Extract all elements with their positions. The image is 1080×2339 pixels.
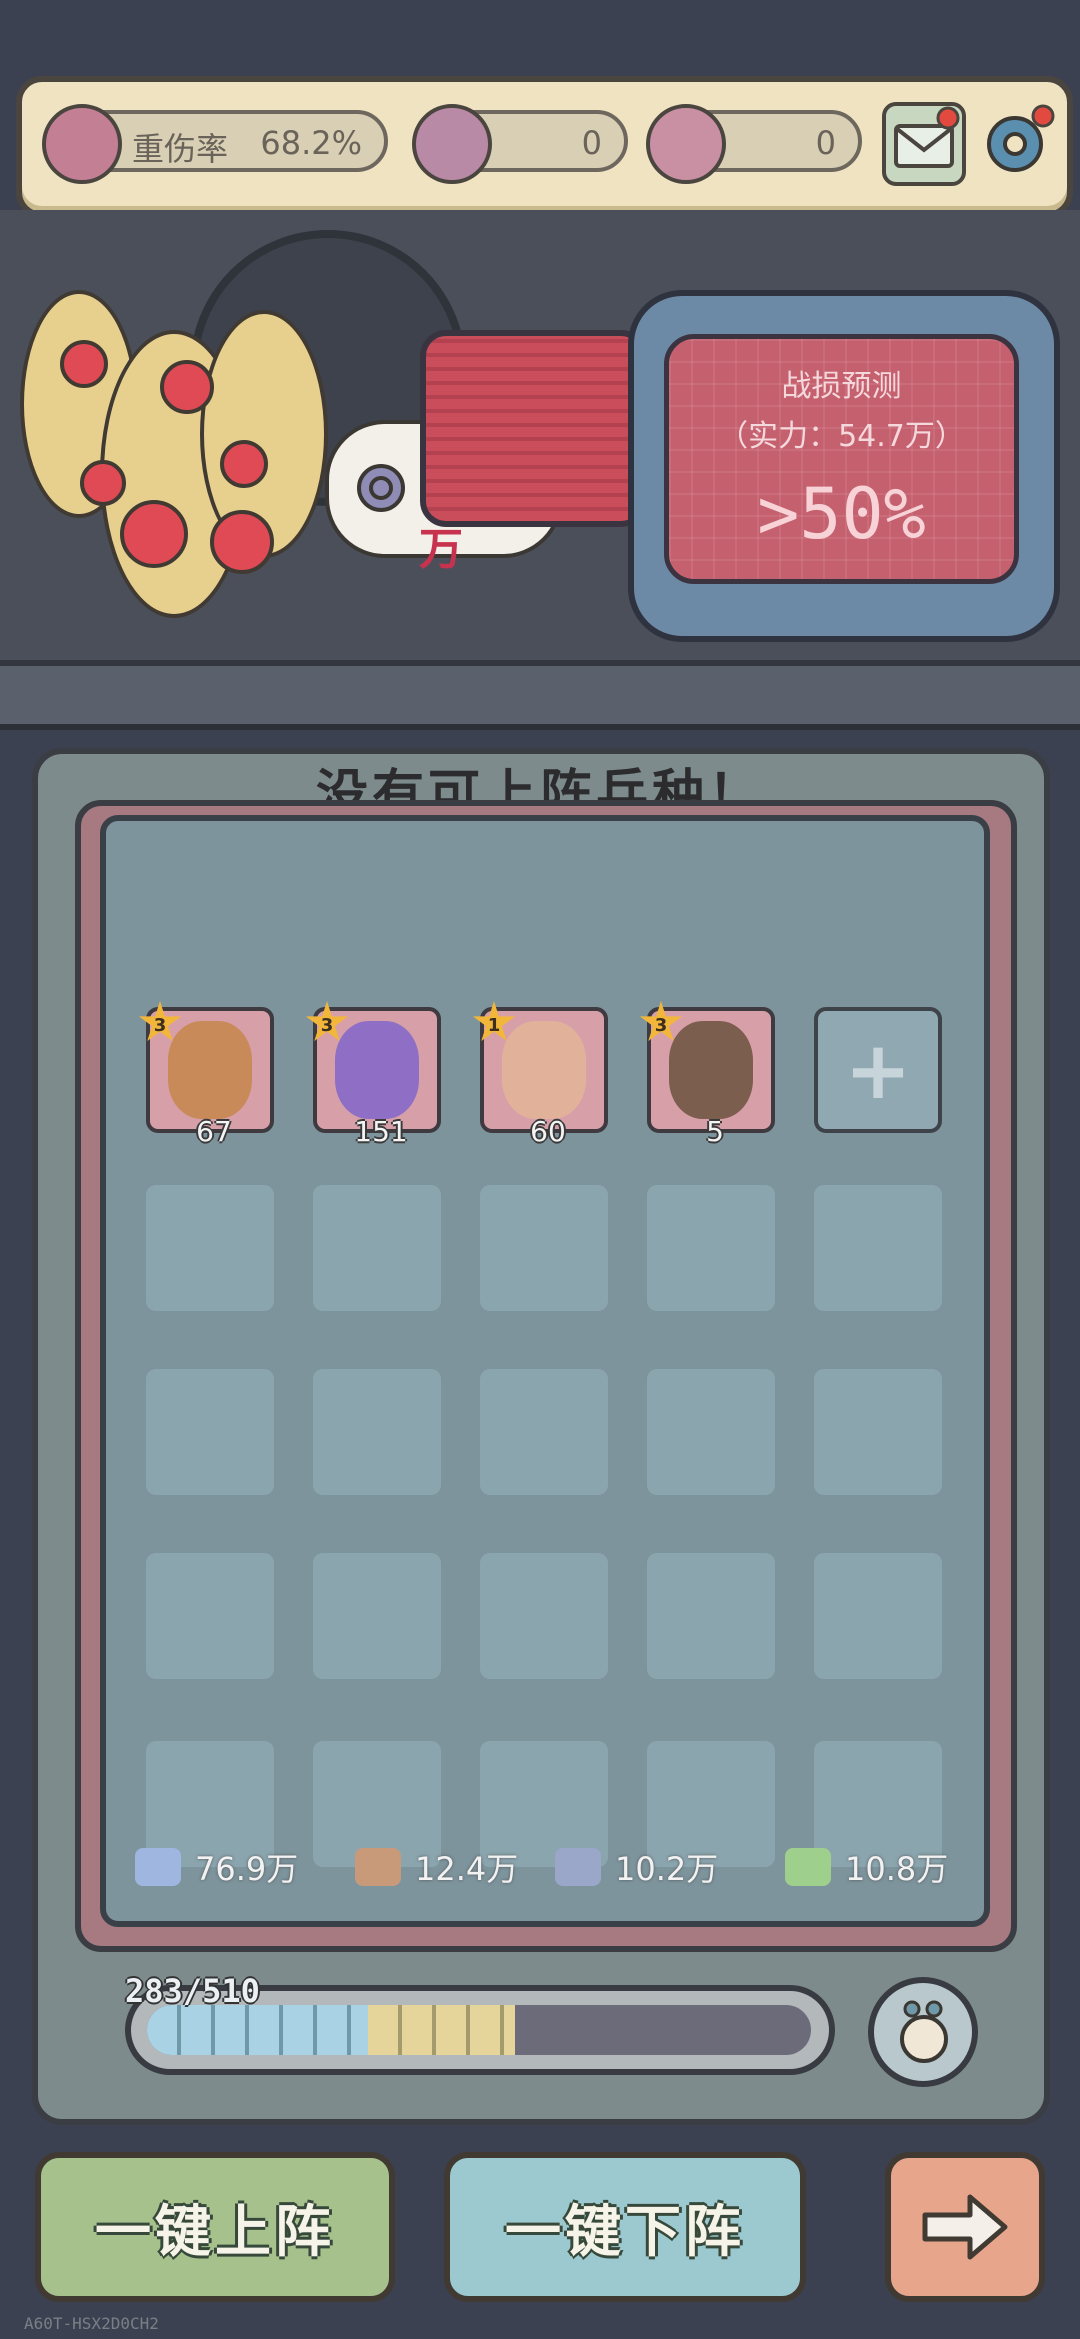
arrow-right-icon xyxy=(922,2194,1008,2260)
star-level: 3 xyxy=(320,1014,334,1036)
snail-pink-icon xyxy=(646,104,726,184)
unit-portrait xyxy=(502,1021,586,1119)
empty-slot xyxy=(480,1185,608,1311)
unit-count: 5 xyxy=(706,1115,724,1148)
unit-card[interactable]: 1 60 xyxy=(472,1001,608,1148)
sword-icon xyxy=(355,1848,401,1886)
lightning-icon xyxy=(785,1848,831,1886)
unit-portrait xyxy=(335,1021,419,1119)
machine-drum xyxy=(420,330,647,527)
empty-slot xyxy=(146,1369,274,1495)
resource-pill-1: 0 xyxy=(412,104,628,184)
injury-rate-label: 重伤率 xyxy=(132,130,229,168)
power-summary-row: 76.9万 12.4万 10.2万 10.8万 xyxy=(135,1845,955,1889)
power-value: 10.2万 xyxy=(615,1850,719,1888)
monitor-loss-value: >50% xyxy=(757,473,926,555)
mail-icon[interactable] xyxy=(882,102,966,186)
power-item-melee: 12.4万 xyxy=(355,1845,518,1889)
capacity-fill-pending xyxy=(368,2005,515,2055)
resource-1-value: 0 xyxy=(581,124,602,162)
remove-all-button[interactable]: 一键下阵 xyxy=(444,2152,806,2302)
power-value: 10.8万 xyxy=(845,1850,949,1888)
power-item-infantry: 76.9万 xyxy=(135,1845,298,1889)
power-item-defense: 10.2万 xyxy=(555,1845,718,1889)
build-watermark: A60T-HSX2D0CH2 xyxy=(24,2314,159,2333)
enemy-monster-cluster xyxy=(20,250,340,650)
snail-icon xyxy=(900,2000,948,2063)
deploy-all-button[interactable]: 一键上阵 xyxy=(35,2152,395,2302)
resource-2-value: 0 xyxy=(815,124,836,162)
injury-potion-icon xyxy=(42,104,122,184)
snail-shell-icon xyxy=(357,464,405,512)
power-value: 76.9万 xyxy=(195,1850,299,1888)
next-button[interactable] xyxy=(885,2152,1045,2302)
unit-card[interactable]: 3 151 xyxy=(305,1001,441,1148)
shield-icon xyxy=(555,1848,601,1886)
injury-rate-value: 68.2% xyxy=(260,124,362,162)
injury-rate-pill: 重伤率 68.2% xyxy=(42,104,388,184)
empty-slot xyxy=(480,1369,608,1495)
capacity-track xyxy=(147,2005,811,2055)
monitor-strength: （实力：54.7万） xyxy=(718,419,965,454)
unit-grid: 3 67 3 151 1 60 3 5 + xyxy=(100,815,990,1927)
unit-count: 151 xyxy=(354,1115,408,1148)
empty-slot xyxy=(647,1369,775,1495)
loss-prediction-monitor: 战损预测 （实力：54.7万） >50% xyxy=(628,290,1060,642)
star-level: 3 xyxy=(153,1014,167,1036)
empty-slot xyxy=(647,1185,775,1311)
unit-portrait xyxy=(669,1021,753,1119)
syringe-icon xyxy=(135,1848,181,1886)
scene-shelf xyxy=(0,660,1080,730)
unit-portrait xyxy=(168,1021,252,1119)
empty-slot xyxy=(146,1553,274,1679)
snail-blue-icon xyxy=(412,104,492,184)
deploy-all-label: 一键上阵 xyxy=(95,2199,335,2265)
capacity-fill xyxy=(147,2005,368,2055)
gear-icon[interactable] xyxy=(977,102,1055,178)
unit-card[interactable]: 35 xyxy=(639,1001,775,1148)
empty-slot xyxy=(313,1369,441,1495)
remove-all-label: 一键下阵 xyxy=(505,2199,745,2265)
empty-slot xyxy=(313,1185,441,1311)
top-resource-bar: 重伤率 68.2% 0 0 xyxy=(16,76,1073,218)
empty-slot xyxy=(313,1553,441,1679)
snail-upgrade-button[interactable] xyxy=(868,1977,978,2087)
empty-slot xyxy=(647,1553,775,1679)
monitor-title: 战损预测 xyxy=(781,369,902,404)
empty-slot xyxy=(814,1185,942,1311)
empty-slot xyxy=(146,1185,274,1311)
star-level: 3 xyxy=(654,1014,668,1036)
star-level: 1 xyxy=(487,1014,501,1036)
add-unit-button[interactable]: + xyxy=(814,1007,942,1133)
empty-slot xyxy=(814,1369,942,1495)
empty-slot xyxy=(814,1553,942,1679)
power-item-energy: 10.8万 xyxy=(785,1845,948,1889)
unit-count: 67 xyxy=(196,1115,232,1148)
unit-count: 60 xyxy=(530,1115,566,1148)
power-value: 12.4万 xyxy=(415,1850,519,1888)
capacity-label: 283/510 xyxy=(125,1972,260,2010)
unit-card[interactable]: 3 67 xyxy=(138,1001,274,1148)
empty-slot xyxy=(480,1553,608,1679)
resource-pill-2: 0 xyxy=(646,104,862,184)
